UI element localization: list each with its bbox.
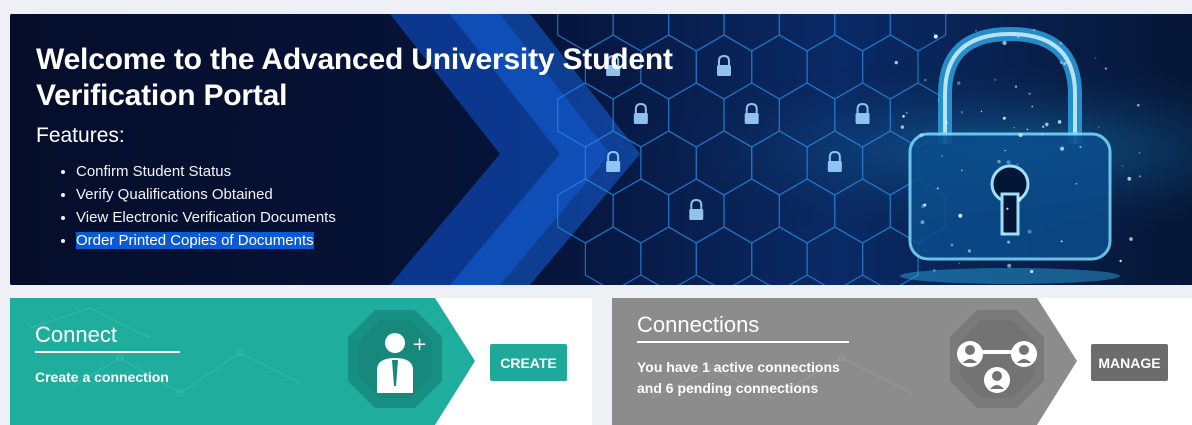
connections-icon — [950, 310, 1044, 408]
feature-item: View Electronic Verification Documents — [76, 206, 676, 229]
hero-banner: Welcome to the Advanced University Stude… — [10, 14, 1192, 285]
connect-card: + Connect Create a connection CREATE — [10, 298, 592, 425]
connect-title: Connect — [35, 322, 180, 353]
page-title: Welcome to the Advanced University Stude… — [36, 43, 673, 112]
hero-text-block: Welcome to the Advanced University Stude… — [36, 42, 676, 252]
feature-item: Confirm Student Status — [76, 160, 676, 183]
manage-button[interactable]: MANAGE — [1091, 344, 1168, 381]
pending-count: 6 — [665, 380, 674, 396]
features-heading: Features: — [36, 124, 125, 147]
feature-item: Verify Qualifications Obtained — [76, 183, 676, 206]
svg-text:+: + — [412, 334, 427, 355]
active-connections-line: You have 1 active connections — [637, 359, 840, 375]
add-user-icon: + — [348, 310, 442, 408]
feature-item: Order Printed Copies of Documents — [76, 229, 676, 252]
connect-description: Create a connection — [35, 369, 169, 385]
connections-title: Connections — [637, 312, 849, 343]
pending-connections-line: and 6 pending connections — [637, 380, 819, 396]
connections-summary: You have 1 active connections and 6 pend… — [637, 357, 840, 399]
selected-text: Order Printed Copies of Documents — [76, 232, 314, 249]
feature-list: Confirm Student Status Verify Qualificat… — [36, 160, 676, 252]
active-count: 1 — [702, 359, 710, 375]
connections-card: Connections You have 1 active connection… — [612, 298, 1192, 425]
create-button[interactable]: CREATE — [490, 344, 567, 381]
